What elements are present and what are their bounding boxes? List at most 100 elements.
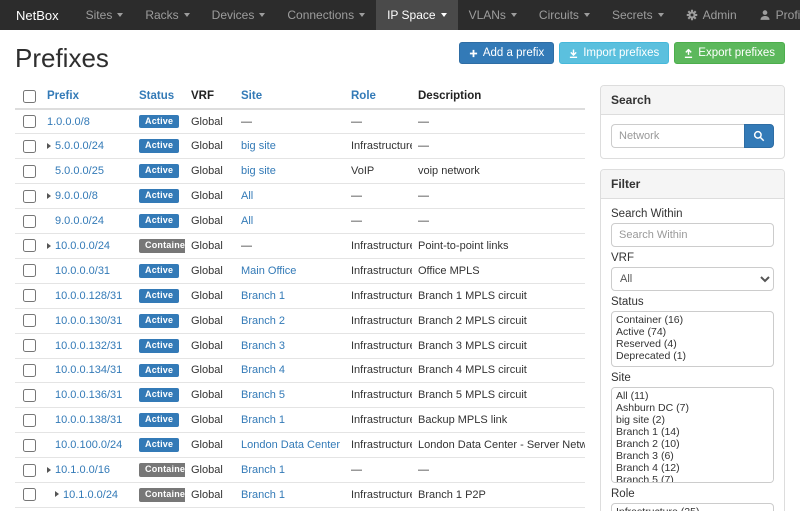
column-header-role[interactable]: Role xyxy=(345,85,412,109)
status-listbox[interactable]: Container (16)Active (74)Reserved (4)Dep… xyxy=(611,311,774,367)
prefix-link[interactable]: 10.0.0.134/31 xyxy=(55,364,122,376)
prefix-link[interactable]: 10.0.0.136/31 xyxy=(55,389,122,401)
filter-option[interactable]: Infrastructure (25) xyxy=(612,506,773,511)
nav-item-racks[interactable]: Racks xyxy=(134,0,200,30)
description-cell: Office MPLS xyxy=(412,258,585,283)
row-checkbox[interactable] xyxy=(23,115,36,128)
row-checkbox[interactable] xyxy=(23,488,36,501)
chevron-down-icon xyxy=(259,13,265,17)
column-header-status[interactable]: Status xyxy=(133,85,185,109)
nav-item-vlans[interactable]: VLANs xyxy=(458,0,528,30)
column-header-vrf: VRF xyxy=(185,85,235,109)
row-checkbox[interactable] xyxy=(23,215,36,228)
prefix-link[interactable]: 5.0.0.0/24 xyxy=(55,140,104,152)
nav-item-ip-space[interactable]: IP Space xyxy=(376,0,457,30)
import-prefixes-button[interactable]: Import prefixes xyxy=(559,42,669,64)
row-checkbox[interactable] xyxy=(23,190,36,203)
table-row: 10.0.100.0/24ActiveGlobalLondon Data Cen… xyxy=(15,433,585,458)
filter-option[interactable]: Reserved (4) xyxy=(612,338,773,350)
search-panel: Search xyxy=(600,85,785,159)
column-header-description: Description xyxy=(412,85,585,109)
prefix-link[interactable]: 10.0.0.132/31 xyxy=(55,340,122,352)
expand-caret-icon[interactable] xyxy=(47,193,51,199)
site-link[interactable]: All xyxy=(241,190,253,202)
prefix-cell: 10.0.0.134/31 xyxy=(41,358,133,383)
filter-option[interactable]: big site (2) xyxy=(612,414,773,426)
select-all-checkbox[interactable] xyxy=(23,90,36,103)
column-header-site[interactable]: Site xyxy=(235,85,345,109)
row-checkbox[interactable] xyxy=(23,364,36,377)
brand[interactable]: NetBox xyxy=(0,0,75,30)
nav-item-circuits[interactable]: Circuits xyxy=(528,0,601,30)
site-listbox[interactable]: All (11)Ashburn DC (7)big site (2)Branch… xyxy=(611,387,774,483)
filter-option[interactable]: All (11) xyxy=(612,390,773,402)
nav-item-admin[interactable]: Admin xyxy=(675,0,748,30)
site-link[interactable]: Main Office xyxy=(241,265,296,277)
row-checkbox[interactable] xyxy=(23,464,36,477)
site-link[interactable]: Branch 4 xyxy=(241,364,285,376)
filter-option[interactable]: Branch 5 (7) xyxy=(612,474,773,483)
prefix-link[interactable]: 1.0.0.0/8 xyxy=(47,116,90,128)
nav-item-connections[interactable]: Connections xyxy=(276,0,376,30)
search-input[interactable] xyxy=(611,124,744,148)
prefix-link[interactable]: 10.0.0.0/24 xyxy=(55,240,110,252)
row-checkbox[interactable] xyxy=(23,289,36,302)
row-checkbox[interactable] xyxy=(23,314,36,327)
nav-item-devices[interactable]: Devices xyxy=(201,0,277,30)
description-cell: — xyxy=(412,507,585,511)
site-link[interactable]: Branch 1 xyxy=(241,290,285,302)
filter-option[interactable]: Branch 4 (12) xyxy=(612,462,773,474)
vrf-cell: Global xyxy=(185,408,235,433)
search-button[interactable] xyxy=(744,124,774,148)
site-link[interactable]: Branch 2 xyxy=(241,315,285,327)
row-checkbox[interactable] xyxy=(23,439,36,452)
search-within-input[interactable] xyxy=(611,223,774,247)
vrf-cell: Global xyxy=(185,159,235,184)
filter-option[interactable]: Deprecated (1) xyxy=(612,350,773,362)
site-link[interactable]: London Data Center xyxy=(241,439,340,451)
vrf-select[interactable]: All xyxy=(611,267,774,291)
filter-option[interactable]: Container (16) xyxy=(612,314,773,326)
site-link[interactable]: Branch 1 xyxy=(241,464,285,476)
prefix-link[interactable]: 10.0.100.0/24 xyxy=(55,439,122,451)
site-link[interactable]: Branch 3 xyxy=(241,340,285,352)
site-link[interactable]: All xyxy=(241,215,253,227)
row-checkbox[interactable] xyxy=(23,165,36,178)
nav-item-sites[interactable]: Sites xyxy=(75,0,135,30)
prefix-link[interactable]: 9.0.0.0/24 xyxy=(55,215,104,227)
row-checkbox[interactable] xyxy=(23,140,36,153)
site-link[interactable]: big site xyxy=(241,165,276,177)
row-checkbox[interactable] xyxy=(23,239,36,252)
site-link[interactable]: big site xyxy=(241,140,276,152)
filter-option[interactable]: Ashburn DC (7) xyxy=(612,402,773,414)
expand-caret-icon[interactable] xyxy=(47,243,51,249)
prefix-link[interactable]: 10.0.0.138/31 xyxy=(55,414,122,426)
expand-caret-icon[interactable] xyxy=(47,467,51,473)
expand-caret-icon[interactable] xyxy=(55,491,59,497)
filter-option[interactable]: Branch 1 (14) xyxy=(612,426,773,438)
expand-caret-icon[interactable] xyxy=(47,143,51,149)
nav-item-secrets[interactable]: Secrets xyxy=(601,0,675,30)
role-listbox[interactable]: Infrastructure (25)Management (8)Private… xyxy=(611,503,774,511)
filter-option[interactable]: Branch 3 (6) xyxy=(612,450,773,462)
add-prefix-button[interactable]: Add a prefix xyxy=(459,42,554,64)
export-prefixes-button[interactable]: Export prefixes xyxy=(674,42,785,64)
filter-option[interactable]: Branch 2 (10) xyxy=(612,438,773,450)
site-link[interactable]: Branch 1 xyxy=(241,414,285,426)
prefix-link[interactable]: 5.0.0.0/25 xyxy=(55,165,104,177)
row-checkbox[interactable] xyxy=(23,414,36,427)
site-link[interactable]: Branch 1 xyxy=(241,489,285,501)
row-checkbox[interactable] xyxy=(23,339,36,352)
prefix-link[interactable]: 10.0.0.0/31 xyxy=(55,265,110,277)
prefix-link[interactable]: 10.0.0.128/31 xyxy=(55,290,122,302)
column-header-prefix[interactable]: Prefix xyxy=(41,85,133,109)
site-link[interactable]: Branch 5 xyxy=(241,389,285,401)
filter-option[interactable]: Active (74) xyxy=(612,326,773,338)
row-checkbox[interactable] xyxy=(23,264,36,277)
prefix-link[interactable]: 9.0.0.0/8 xyxy=(55,190,98,202)
prefix-link[interactable]: 10.1.0.0/24 xyxy=(63,489,118,501)
prefix-link[interactable]: 10.0.0.130/31 xyxy=(55,315,122,327)
nav-item-profile[interactable]: Profile xyxy=(748,0,800,30)
row-checkbox[interactable] xyxy=(23,389,36,402)
prefix-link[interactable]: 10.1.0.0/16 xyxy=(55,464,110,476)
